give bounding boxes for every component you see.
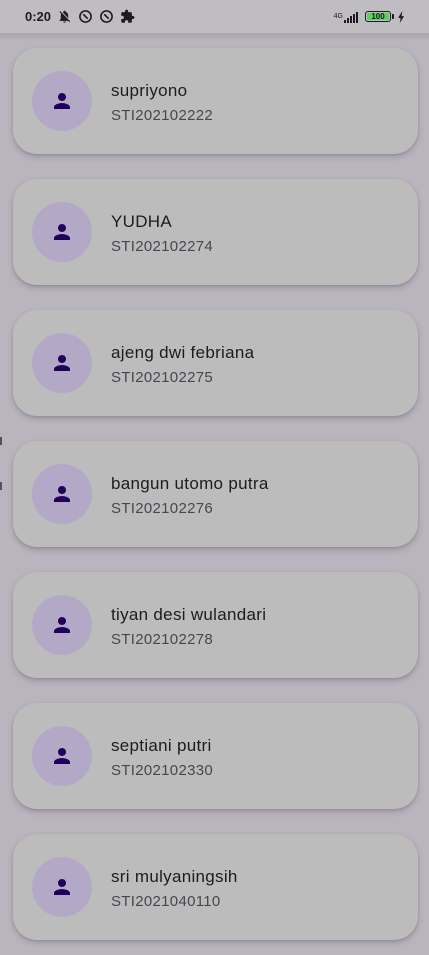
scroll-edge-mark: [0, 482, 2, 490]
status-time: 0:20: [25, 9, 52, 24]
student-name: YUDHA: [111, 212, 173, 231]
student-id: STI2021040110: [111, 893, 221, 910]
student-name: bangun utomo putra: [111, 474, 269, 493]
person-icon: [50, 89, 74, 113]
student-id: STI202102278: [111, 631, 214, 648]
avatar: [32, 595, 92, 655]
person-icon: [50, 351, 74, 375]
person-icon: [50, 744, 74, 768]
person-icon: [50, 613, 74, 637]
avatar: [32, 464, 92, 524]
person-icon: [50, 482, 74, 506]
avatar: [32, 202, 92, 262]
charging-bolt-icon: [394, 9, 409, 24]
do-not-disturb-icon: [78, 9, 93, 24]
avatar: [32, 857, 92, 917]
status-bar-shadow: [0, 33, 429, 41]
student-name: septiani putri: [111, 736, 212, 755]
scroll-edge-mark: [0, 437, 2, 445]
status-bar: 0:20 4G 100: [0, 0, 429, 33]
student-card[interactable]: septiani putri STI202102330: [13, 703, 418, 809]
person-icon: [50, 875, 74, 899]
student-name: tiyan desi wulandari: [111, 605, 267, 624]
battery-icon: 100: [365, 11, 394, 22]
notifications-off-icon: [57, 9, 72, 24]
student-card[interactable]: YUDHA STI202102274: [13, 179, 418, 285]
cell-signal-icon: [344, 11, 359, 23]
battery-level: 100: [367, 13, 389, 21]
student-id: STI202102275: [111, 369, 214, 386]
do-not-disturb-icon: [99, 9, 114, 24]
student-card[interactable]: ajeng dwi febriana STI202102275: [13, 310, 418, 416]
student-card[interactable]: bangun utomo putra STI202102276: [13, 441, 418, 547]
network-type-label: 4G: [333, 12, 343, 20]
avatar: [32, 726, 92, 786]
student-id: STI202102222: [111, 107, 214, 124]
person-icon: [50, 220, 74, 244]
student-name: sri mulyaningsih: [111, 867, 238, 886]
student-id: STI202102276: [111, 500, 214, 517]
student-id: STI202102274: [111, 238, 214, 255]
student-card[interactable]: supriyono STI202102222: [13, 48, 418, 154]
extension-icon: [120, 9, 135, 24]
avatar: [32, 71, 92, 131]
student-card[interactable]: sri mulyaningsih STI2021040110: [13, 834, 418, 940]
student-card[interactable]: tiyan desi wulandari STI202102278: [13, 572, 418, 678]
student-id: STI202102330: [111, 762, 214, 779]
student-name: supriyono: [111, 81, 188, 100]
avatar: [32, 333, 92, 393]
student-name: ajeng dwi febriana: [111, 343, 255, 362]
